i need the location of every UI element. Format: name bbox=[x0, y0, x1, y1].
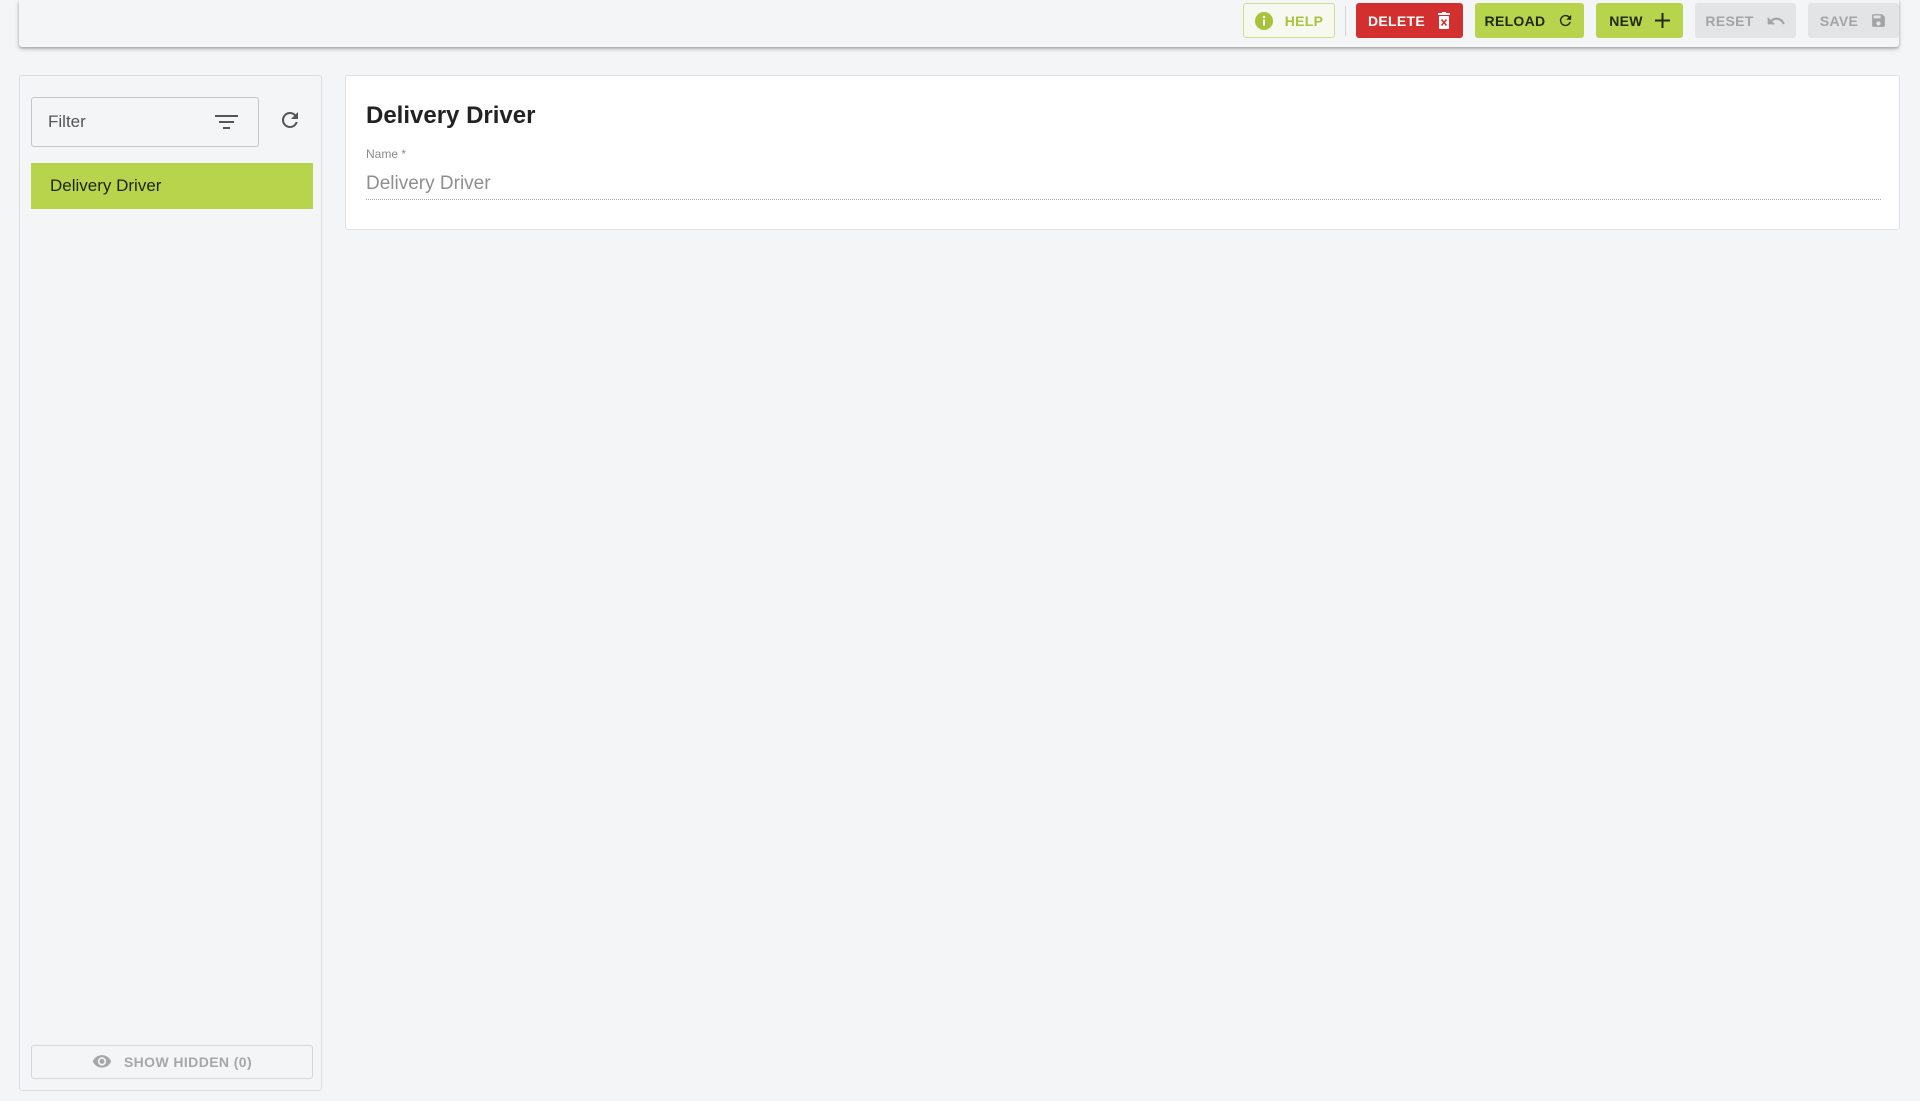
trash-icon bbox=[1437, 12, 1451, 29]
toolbar: HELP DELETE RELOAD NEW RESET SAVE bbox=[19, 0, 1899, 47]
plus-icon bbox=[1654, 13, 1670, 28]
detail-card: Delivery Driver Name * bbox=[345, 75, 1900, 230]
reset-label: RESET bbox=[1705, 12, 1754, 29]
delete-button[interactable]: DELETE bbox=[1356, 3, 1463, 38]
floppy-disk-icon bbox=[1870, 12, 1887, 29]
show-hidden-label: SHOW HIDDEN (0) bbox=[123, 1054, 253, 1070]
new-button[interactable]: NEW bbox=[1596, 3, 1683, 38]
list-item[interactable]: Delivery Driver bbox=[31, 163, 313, 209]
new-label: NEW bbox=[1609, 12, 1643, 29]
refresh-icon bbox=[1557, 12, 1574, 29]
show-hidden-button[interactable]: SHOW HIDDEN (0) bbox=[31, 1045, 313, 1079]
save-button[interactable]: SAVE bbox=[1808, 3, 1899, 38]
filter-input[interactable] bbox=[32, 98, 212, 146]
info-icon bbox=[1254, 11, 1273, 30]
save-label: SAVE bbox=[1819, 12, 1859, 29]
filter-field bbox=[31, 97, 259, 147]
name-field[interactable] bbox=[366, 168, 1881, 200]
reload-button[interactable]: RELOAD bbox=[1475, 3, 1584, 38]
reload-label: RELOAD bbox=[1484, 12, 1546, 29]
help-button[interactable]: HELP bbox=[1243, 3, 1335, 38]
help-label: HELP bbox=[1284, 12, 1324, 29]
refresh-list-icon[interactable] bbox=[278, 108, 302, 137]
sidebar: Delivery Driver SHOW HIDDEN (0) bbox=[19, 75, 322, 1091]
filter-icon[interactable] bbox=[215, 113, 238, 136]
delete-label: DELETE bbox=[1367, 12, 1426, 29]
undo-icon bbox=[1766, 14, 1786, 28]
reset-button[interactable]: RESET bbox=[1695, 3, 1796, 38]
eye-icon bbox=[92, 1054, 112, 1071]
page-title: Delivery Driver bbox=[366, 102, 536, 129]
name-field-label: Name * bbox=[366, 147, 407, 161]
toolbar-divider bbox=[1345, 6, 1346, 36]
